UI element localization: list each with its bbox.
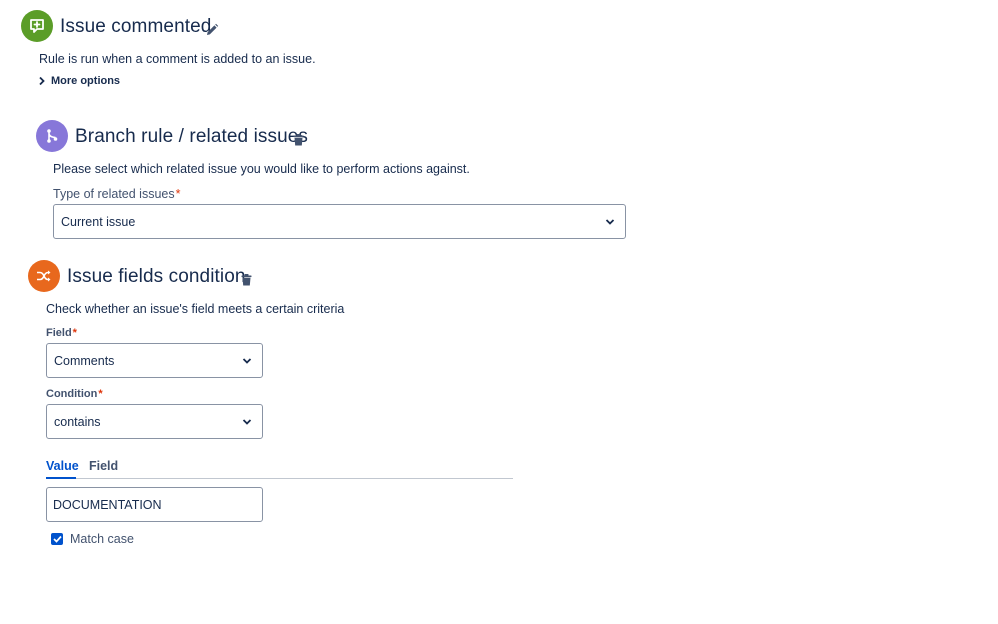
field-label: Field* xyxy=(46,327,77,339)
trigger-icon-circle xyxy=(21,10,53,42)
chevron-down-icon xyxy=(605,218,615,225)
condition-title: Issue fields condition xyxy=(67,266,246,287)
field-select-value: Comments xyxy=(54,353,115,368)
branch-description: Please select which related issue you wo… xyxy=(53,162,470,176)
condition-select-value: contains xyxy=(54,414,101,429)
trigger-description: Rule is run when a comment is added to a… xyxy=(39,52,316,66)
branch-icon-circle xyxy=(36,120,68,152)
trigger-title: Issue commented xyxy=(60,16,212,37)
tabs-underline xyxy=(46,478,513,479)
condition-icon-circle xyxy=(28,260,60,292)
condition-description: Check whether an issue's field meets a c… xyxy=(46,302,345,316)
comment-plus-icon xyxy=(30,19,44,33)
chevron-right-icon xyxy=(39,76,45,86)
more-options-toggle[interactable]: More options xyxy=(38,75,120,87)
more-options-label: More options xyxy=(51,75,121,87)
match-case-label: Match case xyxy=(70,532,134,546)
condition-label: Condition* xyxy=(46,388,103,400)
chevron-down-icon xyxy=(242,418,252,425)
chevron-down-icon xyxy=(242,357,252,364)
shuffle-icon xyxy=(37,270,51,282)
tab-field[interactable]: Field xyxy=(89,459,118,473)
value-input[interactable]: DOCUMENTATION xyxy=(46,487,263,522)
branch-icon xyxy=(47,129,58,143)
match-case-checkbox[interactable] xyxy=(51,533,63,545)
branch-title: Branch rule / related issues xyxy=(75,126,309,147)
related-issues-type-value: Current issue xyxy=(61,214,136,229)
related-issues-type-select[interactable]: Current issue xyxy=(53,204,626,239)
tab-value[interactable]: Value xyxy=(46,459,79,473)
checkmark-icon xyxy=(52,535,62,543)
trash-icon[interactable] xyxy=(291,133,305,147)
tab-value-indicator xyxy=(46,477,76,479)
condition-select[interactable]: contains xyxy=(46,404,263,439)
pencil-icon[interactable] xyxy=(204,22,220,38)
trash-icon[interactable] xyxy=(239,273,253,287)
field-select[interactable]: Comments xyxy=(46,343,263,378)
related-issues-type-label: Type of related issues* xyxy=(53,187,181,201)
